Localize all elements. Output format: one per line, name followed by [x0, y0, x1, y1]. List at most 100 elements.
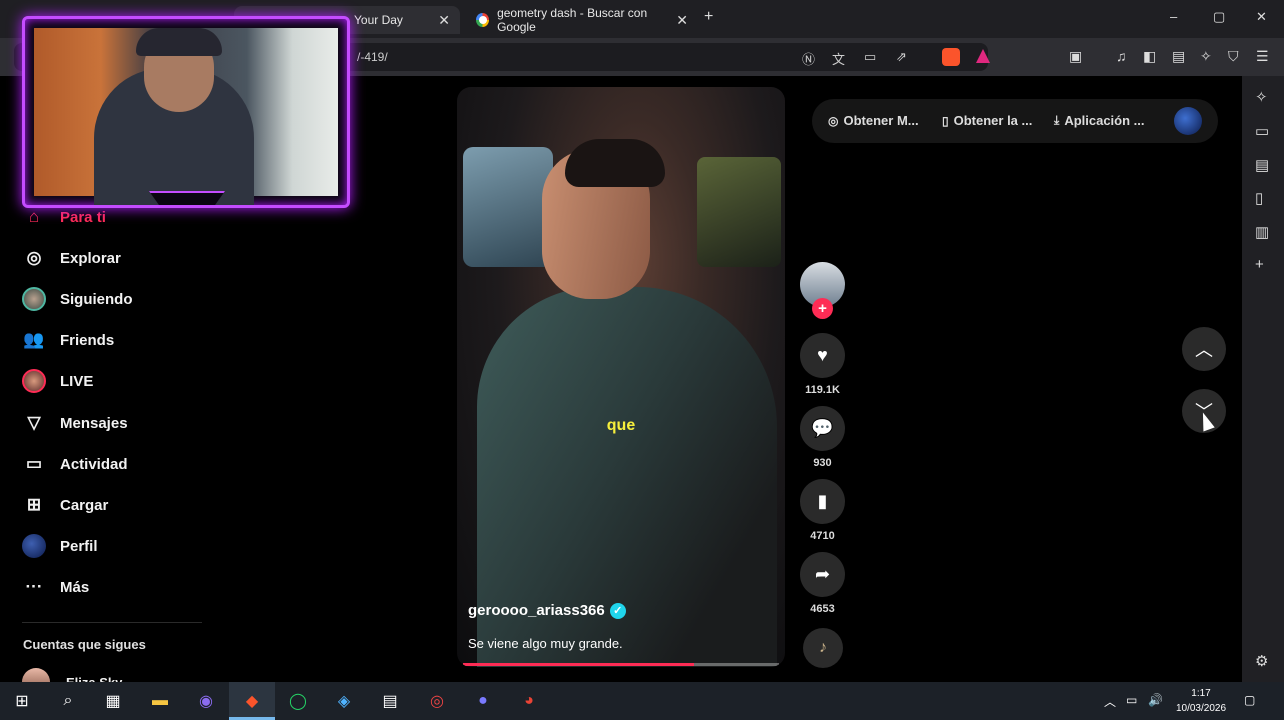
network-icon[interactable]: ▭	[1126, 693, 1137, 707]
add-panel-icon[interactable]: +	[1255, 256, 1264, 273]
nav-cargar[interactable]: ⊞ Cargar	[22, 491, 108, 519]
nav-actividad[interactable]: ▭ Actividad	[22, 450, 128, 478]
comment-count: 930	[813, 457, 832, 469]
settings-icon[interactable]: ⚙	[1255, 652, 1268, 670]
nav-mas[interactable]: ··· Más	[22, 573, 90, 601]
heart-icon[interactable]: ♥	[800, 333, 845, 378]
reader-mode-icon[interactable]: ▣	[1069, 48, 1082, 65]
car-window	[463, 147, 553, 267]
nav-label: Cargar	[60, 496, 109, 514]
download-app-button[interactable]: ⤓ Aplicación ...	[1054, 113, 1145, 128]
notifications-icon[interactable]: ▢	[1244, 693, 1255, 707]
wallet-icon[interactable]: ▤	[1172, 48, 1185, 65]
reading-list-icon[interactable]: ▥	[1255, 223, 1269, 241]
nav-explorar[interactable]: ◎ Explorar	[22, 244, 121, 272]
nav-label: LIVE	[60, 372, 94, 390]
top-action-bar: ◎ Obtener M... ▯ Obtener la ... ⤓ Aplica…	[812, 99, 1218, 143]
bookmark-icon[interactable]: ▮	[800, 479, 845, 524]
verified-icon: ✓	[609, 602, 626, 619]
system-clock[interactable]: 1:17 10/03/2026	[1170, 686, 1232, 716]
nav-label: Actividad	[60, 455, 128, 473]
minimize-button[interactable]: –	[1170, 9, 1177, 24]
follow-button[interactable]: +	[812, 298, 833, 319]
menu-icon[interactable]: ☰	[1256, 48, 1269, 65]
nav-siguiendo[interactable]: Siguiendo	[22, 285, 133, 313]
windows-start-icon[interactable]: ⊞	[9, 688, 35, 714]
sidebar-toggle-icon[interactable]: ◧	[1143, 48, 1156, 65]
tray-chevron-icon[interactable]: ︿	[1104, 693, 1116, 710]
brave-rewards-icon[interactable]	[976, 49, 990, 63]
messages-icon: ▽	[27, 413, 41, 432]
brave-browser-icon[interactable]: ◆	[239, 688, 265, 714]
new-tab-button[interactable]: +	[704, 8, 713, 26]
video-progress-bar[interactable]	[463, 663, 779, 666]
bookmarks-icon[interactable]: ▯	[1255, 189, 1263, 207]
discord-icon[interactable]: ●	[470, 688, 496, 714]
close-icon[interactable]: ✕	[676, 12, 688, 29]
friends-icon: 👥	[23, 330, 45, 349]
nav-label: Perfil	[60, 537, 98, 555]
pill-label: Obtener la ...	[953, 113, 1033, 128]
brave-shields-icon[interactable]	[942, 48, 960, 66]
nav-label: Mensajes	[60, 414, 128, 432]
share-action[interactable]: ➦ 4653	[800, 552, 845, 615]
save-count: 4710	[810, 530, 835, 542]
person-hair	[565, 139, 665, 187]
previous-video-button[interactable]: ︿	[1182, 327, 1226, 371]
windows-taskbar: ⊞ ⌕ ▦ ▬ ◉ ◆ ◯ ◈ ▤ ◎ ● ◕ ︿ ▭ 🔊 1:17 10/03…	[0, 682, 1284, 720]
home-icon: ⌂	[28, 207, 40, 226]
app-window-icon[interactable]: ▤	[377, 688, 403, 714]
tab-title: Your Day	[354, 13, 403, 27]
tab-google[interactable]: geometry dash - Buscar con Google ✕	[466, 6, 698, 34]
chrome-icon[interactable]: ◕	[516, 688, 542, 714]
whatsapp-icon[interactable]: ◯	[285, 688, 311, 714]
file-explorer-icon[interactable]: ▬	[147, 688, 173, 714]
share-icon[interactable]: ⇗	[896, 49, 907, 65]
wallet-panel-icon[interactable]: ▤	[1255, 156, 1269, 174]
video-player[interactable]: que geroooo_ariass366 ✓ Se viene algo mu…	[457, 87, 785, 667]
get-coins-button[interactable]: ◎ Obtener M...	[828, 113, 919, 128]
profile-avatar[interactable]	[1174, 107, 1202, 135]
compass-icon: ◎	[26, 248, 42, 267]
cast-icon[interactable]: ▭	[864, 49, 876, 65]
media-panel-icon[interactable]: ▭	[1255, 122, 1269, 140]
chevron-up-icon: ︿	[1195, 340, 1213, 360]
media-icon[interactable]: ♫	[1116, 48, 1127, 64]
translate-icon[interactable]: 文	[832, 49, 845, 68]
comment-action[interactable]: 💬 930	[800, 406, 845, 469]
video-author[interactable]: geroooo_ariass366 ✓	[468, 602, 626, 619]
search-icon[interactable]: ⌕	[55, 688, 81, 714]
chat-app-icon[interactable]: ◉	[193, 688, 219, 714]
nav-label: Siguiendo	[60, 290, 133, 308]
vpn-icon[interactable]: ⛉	[1228, 48, 1239, 65]
video-description: Se viene algo muy grande.	[468, 636, 623, 651]
maximize-button[interactable]: ▢	[1213, 9, 1225, 25]
like-action[interactable]: ♥ 119.1K	[800, 333, 845, 396]
share-arrow-icon[interactable]: ➦	[800, 552, 845, 597]
get-app-button[interactable]: ▯ Obtener la ...	[942, 113, 1032, 128]
app-icon[interactable]: ◈	[331, 688, 357, 714]
volume-icon[interactable]: 🔊	[1148, 693, 1163, 707]
nav-friends[interactable]: 👥 Friends	[22, 326, 114, 354]
close-window-button[interactable]: ✕	[1256, 9, 1267, 25]
nav-label: Explorar	[60, 249, 121, 267]
comment-icon[interactable]: 💬	[800, 406, 845, 451]
save-action[interactable]: ▮ 4710	[800, 479, 845, 542]
music-disc-icon[interactable]: ♪	[803, 628, 843, 668]
clock-date: 10/03/2026	[1175, 703, 1227, 714]
nav-live[interactable]: LIVE	[22, 367, 93, 395]
following-avatar	[22, 287, 46, 311]
pill-label: Aplicación ...	[1064, 113, 1145, 128]
leo-ai-icon[interactable]: ✧	[1200, 48, 1212, 65]
nav-perfil[interactable]: Perfil	[22, 532, 98, 560]
no-tracking-icon[interactable]: Ⓝ	[802, 49, 815, 68]
task-view-icon[interactable]: ▦	[100, 688, 126, 714]
obs-icon[interactable]: ◎	[424, 688, 450, 714]
leo-icon[interactable]: ✧	[1255, 88, 1268, 106]
nav-mensajes[interactable]: ▽ Mensajes	[22, 409, 128, 437]
car-window	[697, 157, 781, 267]
nav-label: Para ti	[60, 208, 106, 226]
profile-avatar	[22, 534, 46, 558]
progress-fill	[463, 663, 694, 666]
close-icon[interactable]: ✕	[438, 12, 450, 29]
